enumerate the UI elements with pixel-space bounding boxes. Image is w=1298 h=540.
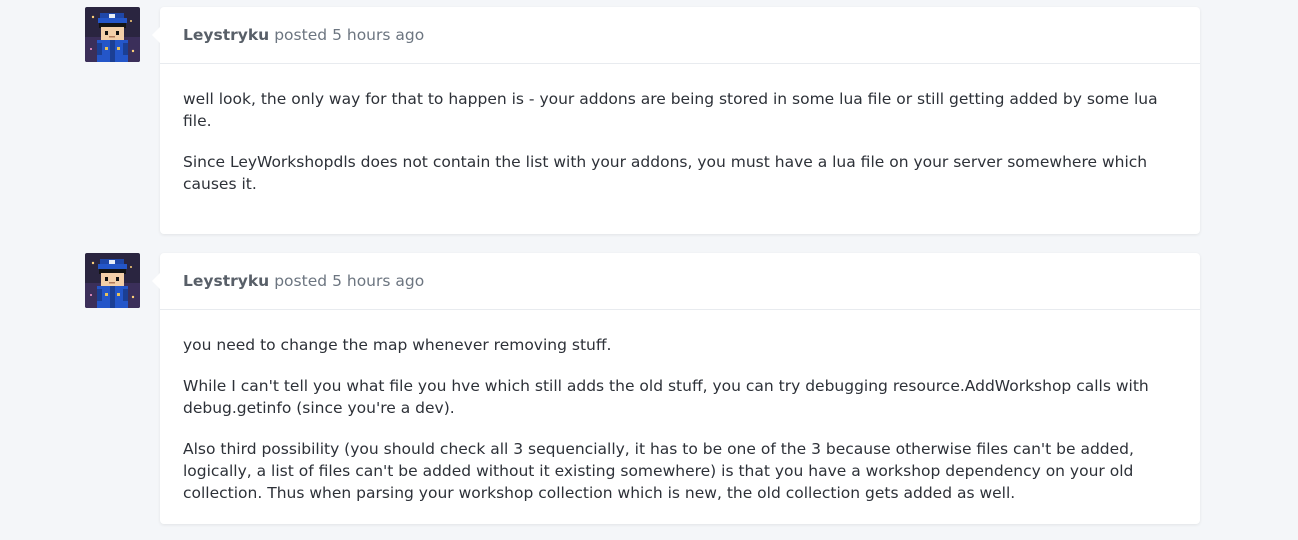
user-avatar[interactable]	[85, 253, 140, 308]
post-paragraph: While I can't tell you what file you hve…	[183, 377, 1149, 417]
avatar-icon	[85, 253, 140, 308]
post-verb: posted	[274, 272, 328, 290]
post-card: Leystryku posted 5 hours ago well look, …	[152, 7, 1200, 234]
post-paragraph: you need to change the map whenever remo…	[183, 336, 612, 354]
thread: Leystryku posted 5 hours ago well look, …	[0, 0, 1298, 540]
post-verb: posted	[274, 26, 328, 44]
post-timestamp[interactable]: 5 hours ago	[332, 26, 424, 44]
post-body: you need to change the map whenever remo…	[160, 310, 1200, 504]
post-header: Leystryku posted 5 hours ago	[160, 7, 1200, 64]
post-paragraph: Since LeyWorkshopdls does not contain th…	[183, 153, 1148, 193]
post-timestamp[interactable]: 5 hours ago	[332, 272, 424, 290]
post-paragraph: well look, the only way for that to happ…	[183, 90, 1158, 130]
post-paragraph: Also third possibility (you should check…	[183, 440, 1134, 502]
user-avatar[interactable]	[85, 7, 140, 62]
author-name[interactable]: Leystryku	[183, 26, 269, 44]
post-body: well look, the only way for that to happ…	[160, 64, 1200, 195]
post-header: Leystryku posted 5 hours ago	[160, 253, 1200, 310]
author-name[interactable]: Leystryku	[183, 272, 269, 290]
post-card: Leystryku posted 5 hours ago you need to…	[152, 253, 1200, 524]
avatar-icon	[85, 7, 140, 62]
